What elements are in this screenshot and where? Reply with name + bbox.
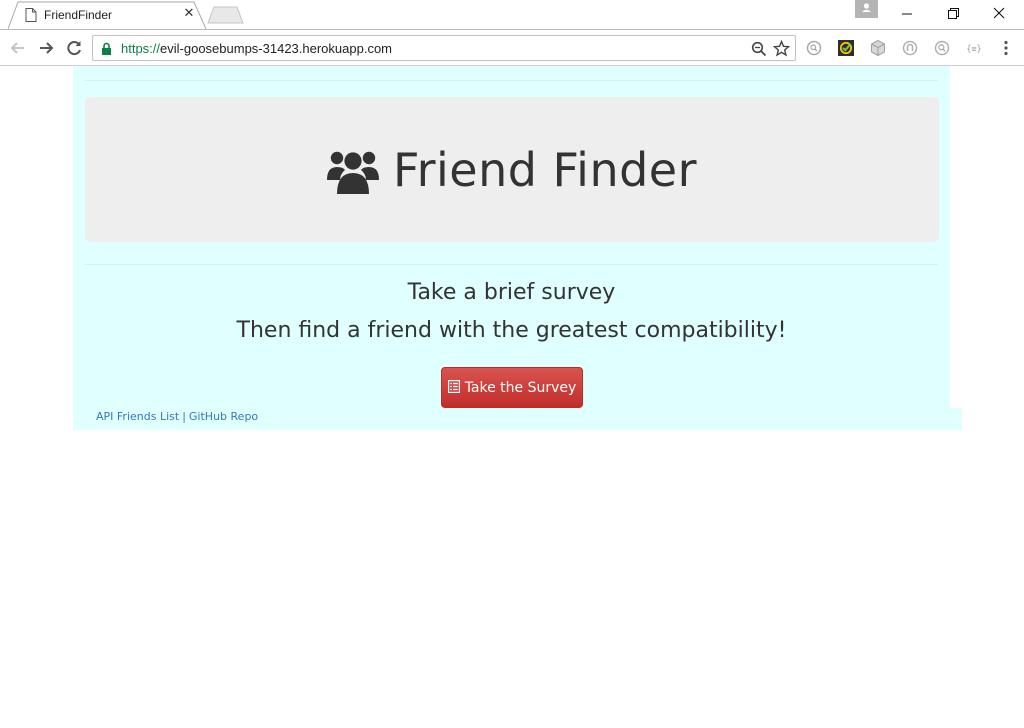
- take-survey-button[interactable]: Take the Survey: [441, 367, 583, 408]
- take-survey-label: Take the Survey: [464, 379, 577, 396]
- api-friends-list-link[interactable]: API Friends List: [96, 410, 179, 423]
- back-arrow-icon[interactable]: [8, 38, 28, 58]
- ext-cube-icon[interactable]: [869, 39, 887, 57]
- forward-arrow-icon[interactable]: [36, 38, 56, 58]
- brand-heading: Friend Finder: [85, 97, 939, 242]
- address-bar[interactable]: https://evil-goosebumps-31423.herokuapp.…: [92, 35, 796, 61]
- url-text[interactable]: https://evil-goosebumps-31423.herokuapp.…: [121, 41, 392, 56]
- ext-shield-icon[interactable]: [901, 39, 919, 57]
- restore-icon[interactable]: [930, 0, 976, 28]
- new-tab-button[interactable]: [207, 6, 245, 24]
- ext-magnifier-icon[interactable]: [933, 39, 951, 57]
- document-icon: [25, 8, 37, 22]
- url-scheme: https://: [121, 41, 161, 56]
- close-window-icon[interactable]: [976, 0, 1022, 28]
- page-viewport: Friend Finder Take a brief survey Then f…: [0, 66, 1024, 728]
- tab-title: FriendFinder: [44, 8, 113, 22]
- ext-json-icon[interactable]: {≡}: [965, 39, 983, 57]
- list-alt-icon: [447, 380, 460, 393]
- url-host: evil-goosebumps-31423.herokuapp.com: [160, 41, 393, 56]
- divider: [85, 264, 938, 265]
- zoom-icon[interactable]: [751, 41, 767, 57]
- footer-links: API Friends List | GitHub Repo: [96, 410, 258, 423]
- minimize-icon[interactable]: [884, 0, 930, 28]
- reload-icon[interactable]: [64, 38, 84, 58]
- profile-icon[interactable]: [855, 0, 878, 18]
- ext-checklist-icon[interactable]: [837, 39, 855, 57]
- svg-text:{≡}: {≡}: [966, 45, 981, 55]
- ext-search-icon[interactable]: [805, 39, 823, 57]
- lead-text-survey: Take a brief survey: [407, 280, 616, 305]
- lock-icon: [102, 42, 111, 55]
- more-menu-icon[interactable]: [997, 39, 1015, 57]
- users-icon: [326, 151, 379, 194]
- github-repo-link[interactable]: GitHub Repo: [189, 410, 258, 423]
- browser-tab[interactable]: FriendFinder ✕: [8, 1, 207, 29]
- close-tab-icon[interactable]: ✕: [182, 7, 196, 21]
- browser-toolbar: https://evil-goosebumps-31423.herokuapp.…: [0, 29, 1024, 66]
- page-title: Friend Finder: [392, 142, 698, 197]
- divider: [85, 80, 938, 81]
- bookmark-star-icon[interactable]: [773, 40, 790, 57]
- footer-separator: |: [182, 410, 186, 423]
- tab-strip: FriendFinder ✕: [0, 0, 1024, 29]
- footer: API Friends List | GitHub Repo: [85, 408, 962, 430]
- jumbotron: Friend Finder: [85, 97, 939, 242]
- main-container: Friend Finder Take a brief survey Then f…: [73, 66, 950, 430]
- lead-text-compatibility: Then find a friend with the greatest com…: [236, 318, 787, 343]
